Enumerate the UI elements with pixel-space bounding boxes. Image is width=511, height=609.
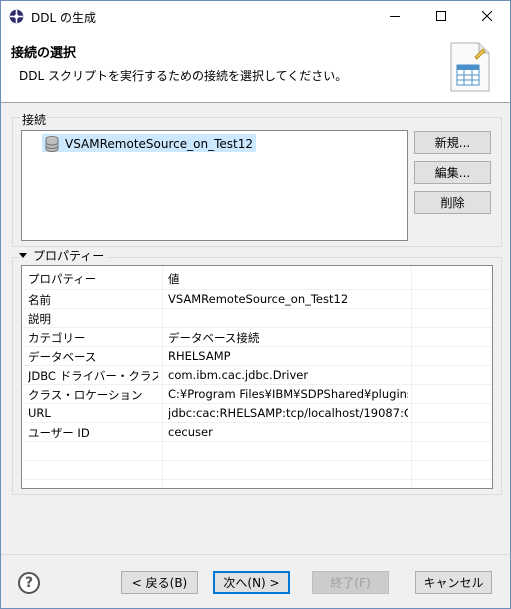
page-title: 接続の選択 [11, 46, 77, 61]
property-value: RHELSAMP [168, 349, 231, 363]
property-value: C:¥Program Files¥IBM¥SDPShared¥plugins..… [168, 387, 408, 401]
table-row[interactable]: 名前 VSAMRemoteSource_on_Test12 [22, 290, 492, 309]
properties-toggle[interactable]: プロパティー [19, 247, 108, 264]
back-button[interactable]: < 戻る(B) [121, 571, 198, 594]
property-value: VSAMRemoteSource_on_Test12 [168, 292, 349, 306]
table-header: プロパティー 値 [22, 266, 492, 290]
table-row[interactable]: クラス・ロケーション C:¥Program Files¥IBM¥SDPShare… [22, 385, 492, 404]
table-row[interactable]: ユーザー ID cecuser [22, 423, 492, 442]
title-bar: DDL の生成 [1, 1, 510, 31]
property-name: カテゴリー [28, 331, 86, 345]
database-icon [45, 135, 59, 152]
new-connection-button[interactable]: 新規... [414, 131, 491, 154]
list-item-connection[interactable]: VSAMRemoteSource_on_Test12 [42, 134, 256, 152]
minimize-button[interactable] [372, 1, 418, 31]
properties-toggle-label: プロパティー [33, 249, 105, 263]
table-row[interactable]: カテゴリー データベース接続 [22, 328, 492, 347]
table-row[interactable]: 説明 [22, 309, 492, 328]
footer-divider [1, 554, 510, 555]
property-value: cecuser [168, 425, 213, 439]
table-row-empty [22, 442, 492, 461]
property-name: 名前 [28, 293, 51, 307]
ddl-generate-dialog: DDL の生成 接続の選択 DDL スクリプトを実行するための接続を選択してくだ… [0, 0, 511, 609]
expand-triangle-icon [19, 253, 27, 258]
table-row[interactable]: データベース RHELSAMP [22, 347, 492, 366]
delete-connection-button[interactable]: 削除 [414, 191, 491, 214]
page-description: DDL スクリプトを実行するための接続を選択してください。 [19, 69, 348, 83]
app-icon [9, 9, 24, 24]
next-button[interactable]: 次へ(N) > [213, 571, 290, 594]
property-name: ユーザー ID [28, 426, 90, 440]
minimize-icon [390, 16, 400, 17]
property-value: jdbc:cac:RHELSAMP:tcp/localhost/19087:C.… [168, 406, 408, 420]
wizard-header: 接続の選択 DDL スクリプトを実行するための接続を選択してください。 [1, 31, 510, 103]
close-icon [482, 11, 492, 21]
properties-table[interactable]: プロパティー 値 名前 VSAMRemoteSource_on_Test12 説… [21, 265, 493, 489]
property-name: URL [28, 406, 51, 420]
cancel-button[interactable]: キャンセル [415, 571, 492, 594]
table-row-empty [22, 461, 492, 480]
window-title: DDL の生成 [31, 11, 96, 25]
maximize-button[interactable] [418, 1, 464, 31]
table-row[interactable]: URL jdbc:cac:RHELSAMP:tcp/localhost/1908… [22, 404, 492, 423]
property-name: 説明 [28, 312, 51, 326]
property-name: クラス・ロケーション [28, 388, 143, 402]
connection-name: VSAMRemoteSource_on_Test12 [65, 136, 253, 151]
table-row[interactable]: JDBC ドライバー・クラス com.ibm.cac.jdbc.Driver [22, 366, 492, 385]
connection-group-label: 接続 [21, 111, 48, 128]
property-value: データベース接続 [168, 331, 260, 345]
finish-button: 終了(F) [312, 571, 389, 594]
edit-connection-button[interactable]: 編集... [414, 161, 491, 184]
column-header-property: プロパティー [28, 272, 97, 286]
property-name: JDBC ドライバー・クラス [28, 369, 158, 383]
connection-list[interactable]: VSAMRemoteSource_on_Test12 [21, 130, 408, 241]
property-name: データベース [28, 350, 97, 364]
ddl-document-icon [450, 42, 490, 92]
help-icon[interactable]: ? [18, 572, 40, 594]
maximize-icon [436, 11, 446, 21]
close-button[interactable] [464, 1, 510, 31]
property-value: com.ibm.cac.jdbc.Driver [168, 368, 309, 382]
column-header-value: 値 [168, 272, 180, 286]
